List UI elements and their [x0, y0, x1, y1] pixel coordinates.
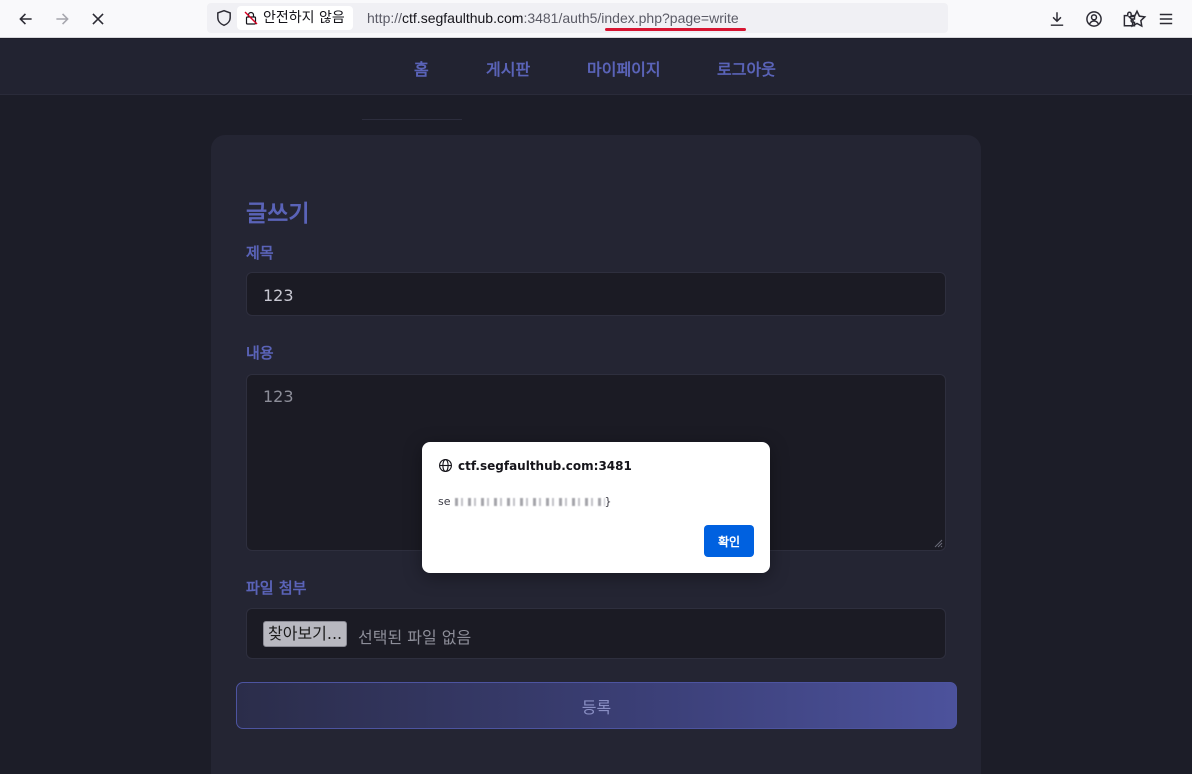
forward-icon[interactable]	[48, 5, 76, 33]
nav-mypage[interactable]: 마이페이지	[587, 56, 661, 80]
resize-handle-icon[interactable]	[933, 538, 943, 548]
nav-logout[interactable]: 로그아웃	[717, 56, 776, 80]
globe-icon	[439, 459, 452, 472]
dialog-origin: ctf.segfaulthub.com:3481	[438, 459, 632, 473]
browse-button[interactable]: 찾아보기...	[263, 621, 348, 647]
nav-divider	[362, 119, 462, 120]
file-input[interactable]: 찾아보기... 선택된 파일 없음	[246, 608, 946, 659]
subject-input[interactable]: 123	[246, 272, 946, 316]
address-bar[interactable]: 안전하지 않음 http://ctf.segfaulthub.com:3481/…	[207, 3, 1147, 33]
downloads-icon[interactable]	[1043, 5, 1071, 33]
insecure-lock-icon	[244, 11, 258, 25]
dialog-ok-button[interactable]: 확인	[704, 525, 754, 557]
shield-icon[interactable]	[215, 9, 233, 27]
file-status: 선택된 파일 없음	[358, 628, 472, 647]
url-host: ctf.segfaulthub.com	[402, 10, 524, 26]
extensions-icon[interactable]	[1116, 5, 1144, 33]
content-label: 내용	[246, 344, 274, 362]
back-icon[interactable]	[12, 5, 40, 33]
nav-board[interactable]: 게시판	[486, 56, 530, 80]
redacted-text	[454, 498, 605, 506]
subject-label: 제목	[246, 244, 274, 262]
account-icon[interactable]	[1080, 5, 1108, 33]
dialog-message-prefix: se	[438, 495, 451, 508]
url-text[interactable]: http://ctf.segfaulthub.com:3481/auth5/in…	[367, 10, 739, 26]
url-path: :3481/auth5/index.php?page=write	[523, 10, 739, 26]
page-title: 글쓰기	[246, 201, 310, 227]
dialog-message-suffix: }	[604, 495, 612, 508]
file-label: 파일 첨부	[246, 579, 307, 597]
dialog-message: se}	[438, 495, 612, 508]
dialog-origin-text: ctf.segfaulthub.com:3481	[458, 459, 632, 473]
menu-icon[interactable]	[1152, 5, 1180, 33]
content-text: 123	[263, 387, 294, 406]
site-navigation: 홈 게시판 마이페이지 로그아웃	[0, 39, 1192, 95]
url-annotation-underline	[605, 28, 746, 31]
browser-toolbar: 안전하지 않음 http://ctf.segfaulthub.com:3481/…	[0, 0, 1192, 38]
url-scheme: http://	[367, 10, 403, 26]
stop-icon[interactable]	[84, 5, 112, 33]
nav-home[interactable]: 홈	[414, 56, 429, 80]
submit-button[interactable]: 등록	[236, 682, 957, 729]
security-label: 안전하지 않음	[263, 10, 345, 26]
insecure-connection-chip[interactable]: 안전하지 않음	[237, 6, 353, 30]
alert-dialog: ctf.segfaulthub.com:3481 se} 확인	[422, 442, 770, 573]
submit-label: 등록	[581, 697, 612, 717]
